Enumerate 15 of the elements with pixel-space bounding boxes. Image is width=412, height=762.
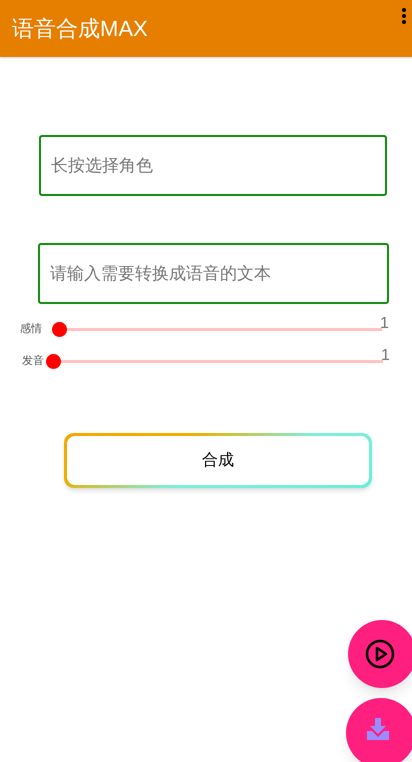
slider-label: 感情 bbox=[20, 322, 43, 337]
slider-label: 发音 bbox=[22, 354, 45, 369]
slider-value: 1 bbox=[381, 346, 390, 366]
download-icon bbox=[366, 717, 390, 741]
slider[interactable] bbox=[52, 322, 382, 336]
more-icon[interactable] bbox=[402, 8, 406, 24]
app-title: 语音合成MAX bbox=[12, 15, 148, 43]
slider[interactable] bbox=[46, 354, 383, 368]
slider-thumb[interactable] bbox=[46, 354, 61, 368]
input-field[interactable]: 长按选择角色 bbox=[39, 135, 387, 196]
input-field[interactable]: 请输入需要转换成语音的文本 bbox=[38, 243, 389, 304]
play-icon bbox=[365, 639, 395, 669]
slider-value: 1 bbox=[380, 314, 389, 334]
slider-thumb[interactable] bbox=[52, 322, 67, 336]
synthesize-button[interactable]: 合成 bbox=[67, 436, 369, 485]
